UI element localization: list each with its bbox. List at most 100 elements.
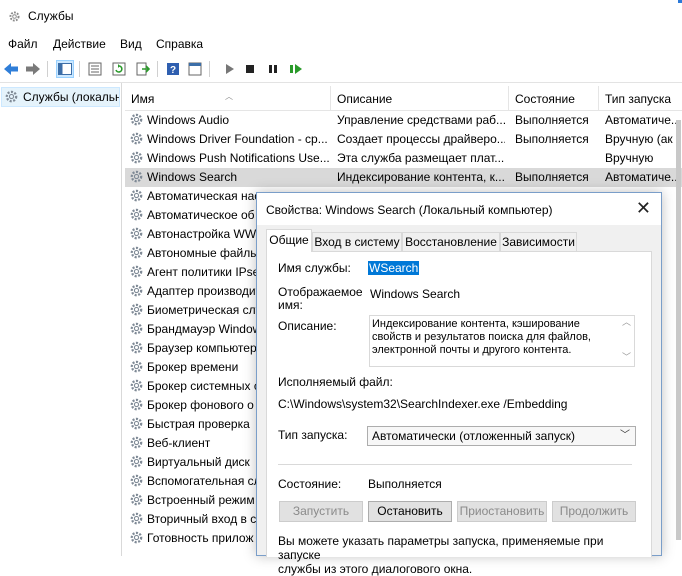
gear-icon xyxy=(129,245,144,263)
pause-icon[interactable] xyxy=(264,60,282,78)
chevron-down-icon: ﹀ xyxy=(620,430,630,441)
gear-icon xyxy=(9,11,20,22)
gear-icon xyxy=(129,416,144,434)
description-line: свойств и результатов поиска для файлов, xyxy=(372,331,591,343)
stop-button[interactable]: Остановить xyxy=(368,501,452,522)
help-icon[interactable]: ? xyxy=(164,60,182,78)
service-name: Windows Search xyxy=(147,170,238,184)
service-startup-type: Вручную xyxy=(605,151,654,165)
description-scrollbar[interactable]: ︿ ﹀ xyxy=(618,316,634,366)
startup-params-note: Вы можете указать параметры запуска, при… xyxy=(278,534,638,576)
gear-icon xyxy=(129,131,144,149)
menu-view[interactable]: Вид xyxy=(120,37,142,51)
note-line: службы из этого диалогового окна. xyxy=(278,562,473,576)
close-icon[interactable]: ✕ xyxy=(636,199,651,217)
tab-recovery[interactable]: Восстановление xyxy=(402,232,500,251)
table-row[interactable]: Windows Driver Foundation - ср... Создает… xyxy=(125,130,682,149)
gear-icon xyxy=(129,435,144,453)
tab-log-on[interactable]: Вход в систему xyxy=(312,232,402,251)
gear-icon xyxy=(129,492,144,510)
tab-dependencies[interactable]: Зависимости xyxy=(500,232,577,251)
scrollbar-thumb[interactable] xyxy=(676,120,681,540)
gear-icon xyxy=(129,112,144,130)
gear-icon xyxy=(129,169,144,187)
service-startup-type: Автоматиче... xyxy=(605,170,681,184)
list-scrollbar[interactable] xyxy=(673,110,682,556)
description-label: Описание: xyxy=(278,319,337,333)
sort-up-icon: ︿ xyxy=(225,92,233,101)
service-name-text[interactable]: WSearch xyxy=(368,261,420,275)
toolbar-separator xyxy=(79,61,80,77)
gear-icon xyxy=(129,454,144,472)
refresh-icon[interactable] xyxy=(110,60,128,78)
service-name: Windows Driver Foundation - ср... xyxy=(147,132,328,146)
show-tree-icon[interactable] xyxy=(56,60,74,78)
service-name: Windows Audio xyxy=(147,113,230,127)
column-header-status[interactable]: Состояние xyxy=(509,86,599,110)
service-description: Индексирование контента, к... xyxy=(337,170,505,184)
service-name-value[interactable]: WSearch xyxy=(368,261,420,275)
service-description: Эта служба размещает плат... xyxy=(337,151,505,165)
executable-path[interactable]: C:\Windows\system32\SearchIndexer.exe /E… xyxy=(278,397,567,411)
description-box[interactable]: Индексирование контента, кэширование сво… xyxy=(369,315,635,367)
startup-type-select[interactable]: Автоматически (отложенный запуск) ﹀ xyxy=(367,426,636,446)
gear-icon xyxy=(129,283,144,301)
chevron-up-icon[interactable]: ︿ xyxy=(622,316,631,329)
chevron-down-icon[interactable]: ﹀ xyxy=(622,351,631,364)
table-row[interactable]: Windows Search Индексирование контента, к… xyxy=(125,168,682,187)
gear-icon xyxy=(129,397,144,415)
back-arrow-icon[interactable] xyxy=(2,60,20,78)
service-startup-type: Вручную (ак xyxy=(605,132,673,146)
export-list-icon[interactable] xyxy=(134,60,152,78)
service-status: Выполняется xyxy=(515,170,589,184)
gear-icon xyxy=(129,530,144,548)
startup-type-label: Тип запуска: xyxy=(278,428,348,442)
column-header-startup-type[interactable]: Тип запуска xyxy=(599,86,682,110)
menu-help[interactable]: Справка xyxy=(156,37,203,51)
table-row[interactable]: Windows Push Notifications Use... Эта слу… xyxy=(125,149,682,168)
toolbar-separator xyxy=(47,61,48,77)
console-icon[interactable] xyxy=(186,60,204,78)
properties-icon[interactable] xyxy=(86,60,104,78)
service-description: Создает процессы драйверо... xyxy=(337,132,505,146)
gear-icon xyxy=(129,321,144,339)
display-name-value[interactable]: Windows Search xyxy=(370,287,460,301)
gear-icon xyxy=(129,188,144,206)
pause-button[interactable]: Приостановить xyxy=(457,501,547,522)
column-header-description[interactable]: Описание xyxy=(331,86,509,110)
divider xyxy=(278,464,632,465)
service-description: Управление средствами раб... xyxy=(337,113,505,127)
gear-icon xyxy=(129,207,144,225)
tab-general[interactable]: Общие xyxy=(266,229,312,252)
display-name-label-line2: имя: xyxy=(278,298,303,312)
tree-pane: Службы (локальн xyxy=(0,83,122,556)
display-name-label-line1: Отображаемое xyxy=(278,285,363,299)
gear-icon xyxy=(129,150,144,168)
gear-icon xyxy=(129,473,144,491)
play-icon[interactable] xyxy=(220,60,238,78)
resume-button[interactable]: Продолжить xyxy=(552,501,636,522)
menu-file[interactable]: Файл xyxy=(8,37,38,51)
window-accent xyxy=(678,0,682,3)
service-name: Windows Push Notifications Use... xyxy=(147,151,329,165)
gear-icon xyxy=(129,359,144,377)
gear-icon xyxy=(129,302,144,320)
executable-label: Исполняемый файл: xyxy=(278,375,393,389)
menu-bar: Файл Действие Вид Справка xyxy=(0,33,682,55)
toolbar-separator xyxy=(157,61,158,77)
start-button[interactable]: Запустить xyxy=(279,501,363,522)
column-header-name[interactable]: Имя ︿ xyxy=(125,86,331,110)
resume-icon[interactable] xyxy=(287,60,305,78)
list-header: Имя ︿ Описание Состояние Тип запуска xyxy=(125,86,682,111)
properties-dialog: Свойства: Windows Search (Локальный комп… xyxy=(256,192,662,576)
description-line: Индексирование контента, кэширование xyxy=(372,318,580,330)
table-row[interactable]: Windows Audio Управление средствами раб..… xyxy=(125,111,682,130)
gear-icon xyxy=(5,90,18,103)
service-name-label: Имя службы: xyxy=(278,261,351,275)
stop-icon[interactable] xyxy=(241,60,259,78)
forward-arrow-icon[interactable] xyxy=(24,60,42,78)
status-label: Состояние: xyxy=(278,477,342,491)
menu-action[interactable]: Действие xyxy=(53,37,106,51)
toolbar-separator xyxy=(209,61,210,77)
dialog-title-bar: Свойства: Windows Search (Локальный комп… xyxy=(257,193,661,225)
